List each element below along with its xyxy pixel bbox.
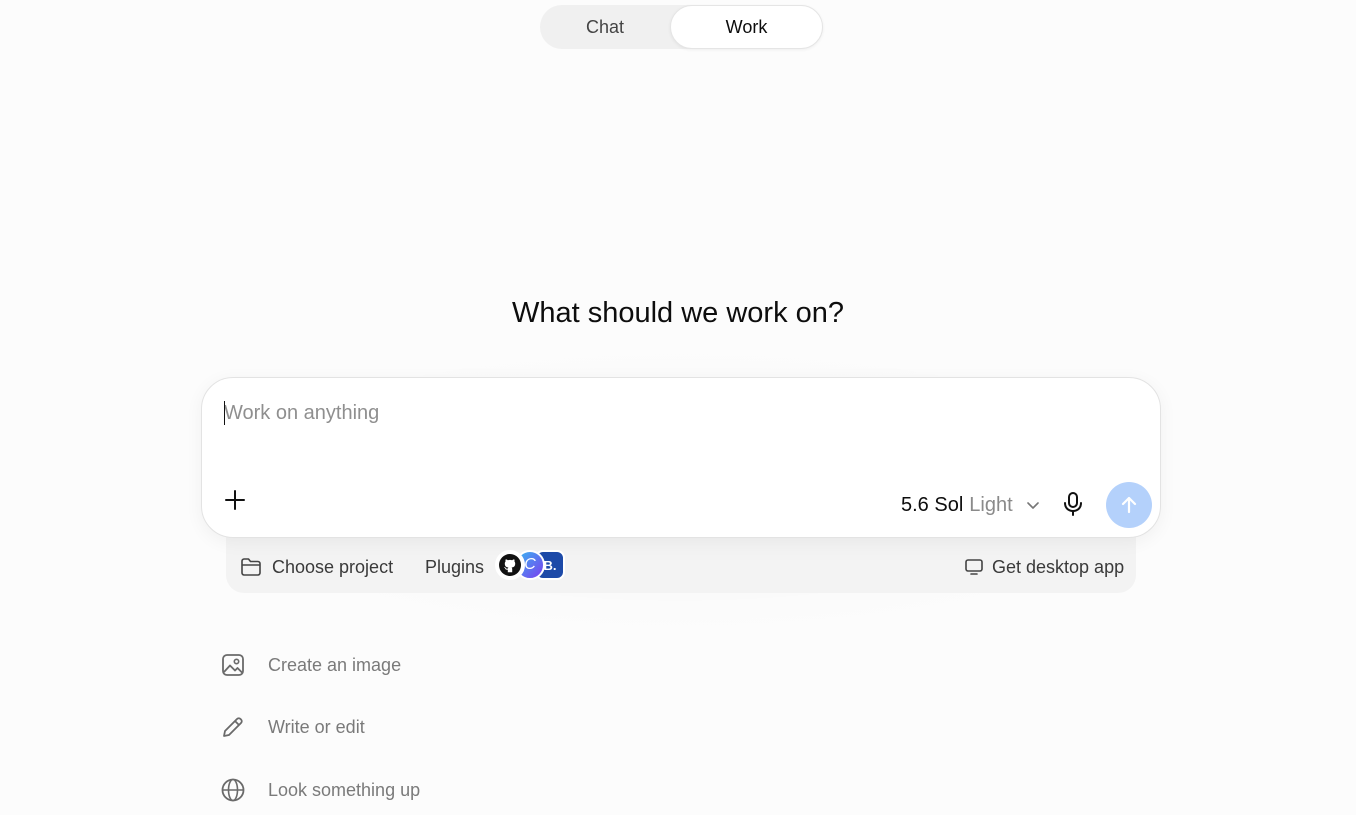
plugins-label: Plugins bbox=[425, 556, 485, 577]
image-icon bbox=[220, 652, 246, 678]
model-name: 5.6 Sol bbox=[901, 493, 964, 516]
add-attachment-button[interactable] bbox=[219, 484, 251, 516]
microphone-icon bbox=[1064, 492, 1082, 516]
suggestion-label: Write or edit bbox=[268, 716, 365, 737]
suggestion-label: Look something up bbox=[268, 779, 421, 800]
composer: 5.6 Sol Light bbox=[201, 377, 1161, 538]
folder-icon bbox=[241, 558, 261, 576]
arrow-up-icon bbox=[1121, 496, 1137, 514]
suggestion-look-up[interactable]: Look something up bbox=[220, 773, 420, 807]
pencil-icon bbox=[220, 714, 246, 740]
plugins-button[interactable]: Plugins bbox=[425, 554, 484, 580]
monitor-icon bbox=[965, 559, 983, 575]
globe-icon bbox=[220, 777, 246, 803]
suggestion-label: Create an image bbox=[268, 654, 402, 675]
model-variant: Light bbox=[969, 493, 1013, 516]
suggestion-create-image[interactable]: Create an image bbox=[220, 648, 401, 682]
plugin-badges[interactable]: C B. bbox=[495, 550, 569, 580]
mode-work-button[interactable]: Work bbox=[670, 5, 823, 49]
mode-toggle: Chat Work bbox=[540, 5, 823, 49]
choose-project-label: Choose project bbox=[272, 556, 394, 577]
model-picker[interactable]: 5.6 Sol Light bbox=[901, 490, 1041, 520]
chevron-down-icon bbox=[1026, 502, 1039, 509]
page-title: What should we work on? bbox=[511, 297, 845, 329]
choose-project-button[interactable]: Choose project bbox=[240, 554, 393, 580]
voice-input-button[interactable] bbox=[1057, 488, 1089, 520]
get-desktop-app-label: Get desktop app bbox=[992, 556, 1125, 577]
text-caret bbox=[224, 401, 225, 425]
mode-chat-button[interactable]: Chat bbox=[540, 5, 670, 49]
github-icon bbox=[495, 550, 525, 580]
page: Chat Work What should we work on? 5.6 So… bbox=[0, 0, 1356, 815]
prompt-input[interactable] bbox=[224, 398, 1084, 428]
get-desktop-app-button[interactable]: Get desktop app bbox=[964, 554, 1124, 580]
suggestion-write-edit[interactable]: Write or edit bbox=[220, 710, 365, 744]
send-button[interactable] bbox=[1106, 482, 1152, 528]
plus-icon bbox=[225, 490, 245, 510]
